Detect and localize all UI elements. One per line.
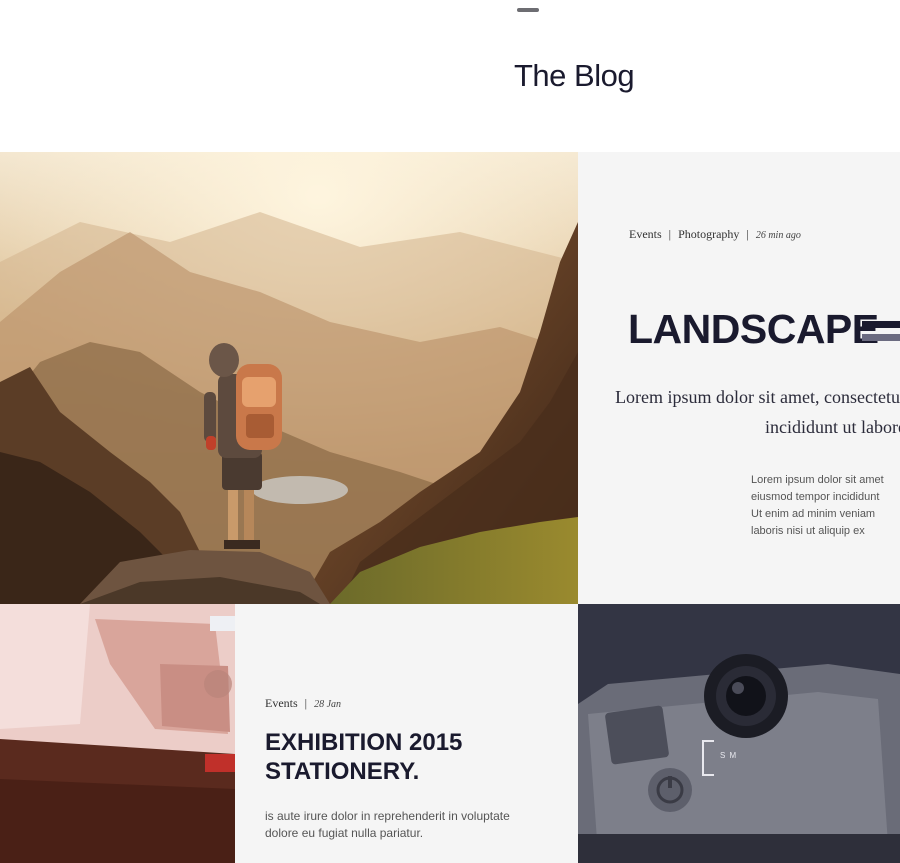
stationery-photo[interactable]: [0, 604, 235, 863]
post-title-line-2: STATIONERY.: [265, 758, 420, 785]
page-title: The Blog: [514, 58, 635, 93]
landscape-post-card[interactable]: Events | Photography | 26 min ago LANDSCAPE …: [578, 152, 900, 604]
post-lead: Lorem ipsum dolor sit amet, consectetur …: [615, 387, 900, 437]
post-excerpt: is aute irure dolor in reprehenderit in …: [265, 809, 510, 840]
category-link-photography[interactable]: Photography: [678, 227, 739, 241]
meta-separator: |: [668, 227, 672, 241]
action-camera-image: [578, 604, 900, 863]
category-link-events[interactable]: Events: [265, 696, 298, 710]
meta-separator: |: [746, 227, 749, 241]
mountain-hiker-image: [0, 152, 578, 604]
post-date: 28 Jan: [314, 699, 342, 710]
camera-photo[interactable]: S M: [578, 604, 900, 863]
header-logo-mark: [517, 8, 539, 12]
decorative-bar: [862, 334, 900, 341]
post-title[interactable]: LANDSCAPE: [628, 306, 879, 353]
post-meta: Events | 28 Jan: [265, 696, 341, 711]
hero-mountain-photo[interactable]: [0, 152, 578, 604]
post-title-line-1: EXHIBITION 2015: [265, 729, 463, 756]
stationery-image: [0, 604, 235, 863]
page-header: The Blog: [0, 0, 900, 152]
post-excerpt: Lorem ipsum dolor sit amet eiusmod tempo…: [751, 474, 884, 537]
frame-bracket: [702, 740, 714, 776]
category-link-events[interactable]: Events: [629, 227, 662, 241]
post-title[interactable]: EXHIBITION 2015 STATIONERY.: [265, 728, 462, 786]
decorative-bar: [862, 321, 900, 328]
exhibition-post-card[interactable]: Events | 28 Jan EXHIBITION 2015 STATIONERY…: [235, 604, 578, 863]
post-time: 26 min ago: [755, 230, 801, 241]
meta-separator: |: [304, 696, 308, 710]
post-meta: Events | Photography | 26 min ago: [629, 227, 801, 242]
camera-overlay-label: S M: [720, 751, 738, 760]
